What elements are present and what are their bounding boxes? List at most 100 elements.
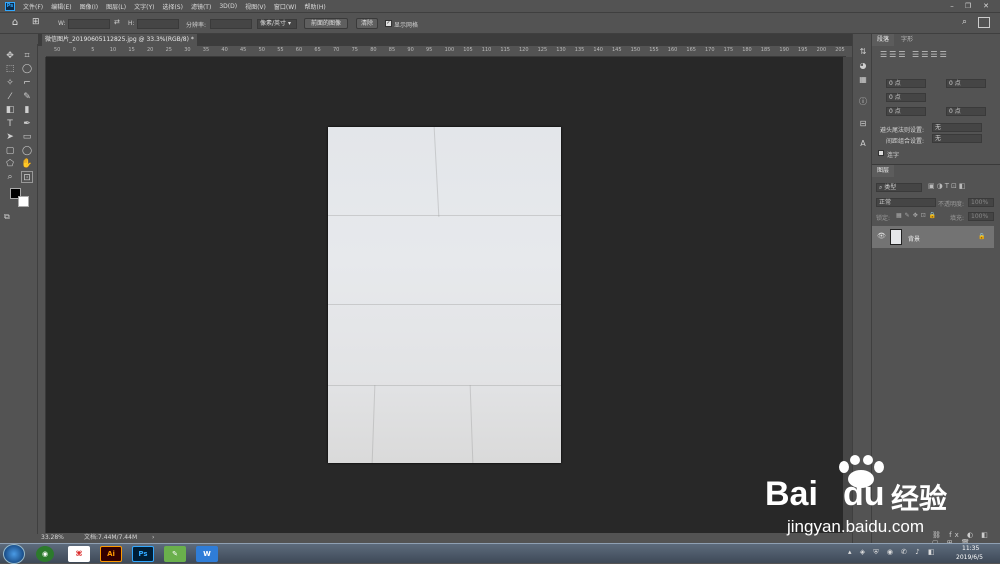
magic-wand-icon[interactable]: ✧ <box>4 77 16 89</box>
ruler-tick-label: 35 <box>202 47 210 53</box>
ruler-tick-label: 195 <box>798 47 808 53</box>
eyedropper-icon[interactable]: ⁄ <box>4 91 16 103</box>
layer-filter-select[interactable]: ⌕ 类型 <box>876 183 922 192</box>
type-tool-icon[interactable]: T <box>4 118 16 130</box>
unit-select-value: 像素/英寸 <box>260 20 287 27</box>
front-image-button[interactable]: 前面的图像 <box>304 18 348 29</box>
resolution-input[interactable] <box>210 19 252 29</box>
visibility-eye-icon[interactable]: 👁 <box>877 232 886 240</box>
swatches-icon[interactable]: ▦ <box>857 74 869 85</box>
marquee-tool-icon[interactable]: ⬚ <box>4 63 16 75</box>
menu-view[interactable]: 视图(V) <box>241 2 270 11</box>
ruler-tick-label: 25 <box>165 47 172 53</box>
menu-layer[interactable]: 图层(L) <box>102 2 130 11</box>
spacing-select[interactable]: 无 <box>932 134 982 143</box>
align-buttons[interactable]: ☰☰☰ ☰☰☰☰ <box>880 50 949 59</box>
tab-paragraph[interactable]: 段落 <box>872 34 895 46</box>
eraser-icon[interactable]: ◧ <box>4 104 16 116</box>
tab-layers[interactable]: 图层 <box>872 165 895 177</box>
menu-3d[interactable]: 3D(D) <box>215 3 241 10</box>
green-app-icon[interactable]: ✎ <box>164 546 186 562</box>
ellipse-tool-icon[interactable]: ◯ <box>21 145 33 157</box>
space-before-field[interactable]: 0 点 <box>886 107 926 116</box>
ruler-tick-label: 60 <box>295 47 303 53</box>
swap-icon[interactable]: ⇄ <box>114 18 120 26</box>
rectangle-tool-icon[interactable]: ▭ <box>21 131 33 143</box>
unit-select[interactable]: 像素/英寸 ▾ <box>257 19 297 29</box>
first-line-field[interactable]: 0 点 <box>886 93 926 102</box>
avoid-select[interactable]: 无 <box>932 123 982 132</box>
show-grid-checkbox[interactable]: ✓ <box>385 20 392 27</box>
hand-tool-icon[interactable]: ✋ <box>21 158 33 170</box>
menu-file[interactable]: 文件(F) <box>19 2 47 11</box>
workspace-icon[interactable] <box>978 17 990 28</box>
menu-window[interactable]: 窗口(W) <box>270 2 301 11</box>
brush-icon[interactable]: ✎ <box>21 91 33 103</box>
ruler-top: 50 0 5 10 15 20 25 30 35 40 45 50 55 60 65 70 75 80 85 90 95… <box>46 46 846 57</box>
ruler-tick-label: 95 <box>426 47 433 53</box>
color-icon[interactable]: ◕ <box>857 60 869 71</box>
blend-mode-select[interactable]: 正常 <box>876 198 936 207</box>
info-icon[interactable]: ⓘ <box>857 96 869 107</box>
lock-icons[interactable]: ▦✎✥⊡🔒 <box>896 212 939 219</box>
tab-glyphs[interactable]: 字形 <box>896 34 918 46</box>
adjustments-icon[interactable]: ⊟ <box>857 118 869 129</box>
wps-app-icon[interactable]: W <box>196 546 218 562</box>
ruler-tick-label: 175 <box>723 47 734 53</box>
path-select-icon[interactable]: ➤ <box>4 131 16 143</box>
photoshop-logo: Ps <box>5 1 15 11</box>
crop-tool-icon[interactable]: ⊞ <box>32 17 46 29</box>
width-input[interactable] <box>68 19 110 29</box>
opacity-field[interactable]: 100% <box>968 198 994 207</box>
space-after-field[interactable]: 0 点 <box>946 107 986 116</box>
menu-image[interactable]: 图像(I) <box>76 2 102 11</box>
indent-right-field[interactable]: 0 点 <box>946 79 986 88</box>
menu-type[interactable]: 文字(Y) <box>130 2 158 11</box>
minimize-icon[interactable]: – <box>944 0 960 12</box>
crop-perspective-icon[interactable]: ⊡ <box>21 171 33 183</box>
zoom-tool-icon[interactable]: ⌕ <box>4 171 16 183</box>
character-icon[interactable]: A <box>857 138 869 149</box>
menu-filter[interactable]: 滤镜(T) <box>187 2 215 11</box>
height-input[interactable] <box>137 19 179 29</box>
artboard-tool-icon[interactable]: ⌗ <box>21 50 33 62</box>
background-color-swatch[interactable] <box>18 196 29 207</box>
baidu-text-du: du <box>843 475 885 513</box>
polygon-tool-icon[interactable]: ⬠ <box>4 158 16 170</box>
clear-button[interactable]: 清除 <box>356 18 378 29</box>
pdf-app-icon[interactable]: ⌘ <box>68 546 90 562</box>
show-grid-label: 显示网格 <box>394 22 419 29</box>
rounded-rect-icon[interactable]: ▢ <box>4 145 16 157</box>
layer-filter-icons[interactable]: ▣◑T⊡◧ <box>928 182 967 190</box>
gradient-icon[interactable]: ▮ <box>21 104 33 116</box>
hyphen-checkbox[interactable] <box>878 150 884 156</box>
document-tab[interactable]: 微信图片_20190605112825.jpg @ 33.3%(RGB/8) *… <box>42 34 197 46</box>
layer-row-background[interactable]: 👁 背景 🔒 <box>872 226 994 248</box>
status-arrow[interactable]: › <box>152 533 154 543</box>
tools-panel: ✥ ⌗ ⬚ ◯ ✧ ⌐ ⁄ ✎ ◧ ▮ T ✒ ➤ ▭ ▢ ◯ ⬠ ✋ ⌕ ⊡ … <box>0 44 38 534</box>
ruler-tick-label: 145 <box>612 47 622 53</box>
clock-date: 2019/6/5 <box>956 554 983 561</box>
restore-icon[interactable]: ❐ <box>960 0 976 12</box>
indent-left-field[interactable]: 0 点 <box>886 79 926 88</box>
quick-mask-icon[interactable]: ⧉ <box>4 212 10 222</box>
close-icon[interactable]: ✕ <box>978 0 994 12</box>
photoshop-app-icon[interactable]: Ps <box>132 546 154 562</box>
illustrator-app-icon[interactable]: Ai <box>100 546 122 562</box>
move-tool-icon[interactable]: ✥ <box>4 50 16 62</box>
search-icon[interactable]: ⌕ <box>962 17 967 27</box>
crop-icon[interactable]: ⌐ <box>21 77 33 89</box>
menu-edit[interactable]: 编辑(E) <box>47 2 75 11</box>
menu-help[interactable]: 帮助(H) <box>301 2 330 11</box>
home-icon[interactable]: ⌂ <box>8 17 22 29</box>
document-tab-bar: 微信图片_20190605112825.jpg @ 33.3%(RGB/8) *… <box>38 34 852 46</box>
start-button[interactable] <box>3 544 25 564</box>
browser-app-icon[interactable]: ◉ <box>36 546 54 562</box>
history-icon[interactable]: ⇅ <box>857 46 869 57</box>
menu-select[interactable]: 选择(S) <box>158 2 187 11</box>
lasso-tool-icon[interactable]: ◯ <box>21 63 33 75</box>
fill-field[interactable]: 100% <box>968 212 994 221</box>
pen-tool-icon[interactable]: ✒ <box>21 118 33 130</box>
zoom-level[interactable]: 33.28% <box>41 533 64 543</box>
system-tray-icons[interactable]: ▴ ◈ ⛨ ◉ ✆ ♪ ◧ <box>848 548 938 557</box>
